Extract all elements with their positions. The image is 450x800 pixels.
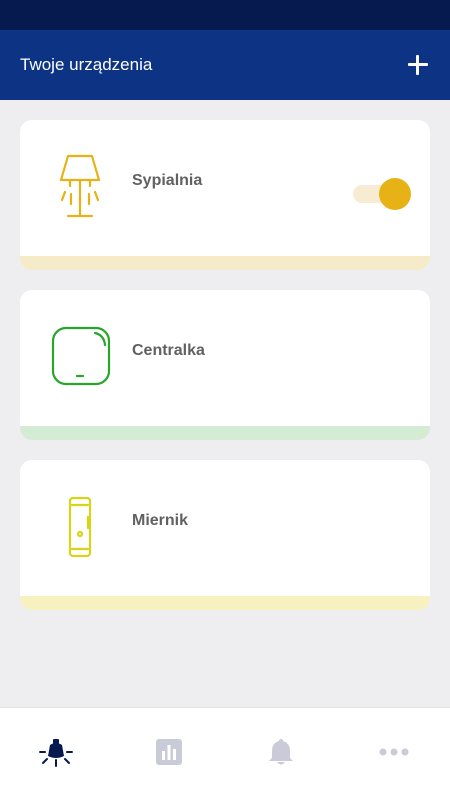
bottom-navigation bbox=[0, 707, 450, 800]
nav-more[interactable] bbox=[364, 722, 424, 782]
nav-statistics[interactable] bbox=[139, 722, 199, 782]
status-bar bbox=[0, 0, 450, 30]
card-status-bar bbox=[20, 256, 430, 270]
device-name: Miernik bbox=[132, 512, 189, 529]
bell-icon bbox=[269, 739, 294, 765]
page-title: Twoje urządzenia bbox=[20, 55, 153, 74]
device-name: Centralka bbox=[132, 342, 205, 359]
device-power-toggle[interactable] bbox=[353, 178, 411, 210]
bulb-icon bbox=[39, 739, 74, 767]
device-name: Sypialnia bbox=[132, 172, 203, 189]
app-bar: Twoje urządzenia bbox=[0, 30, 450, 100]
device-card-miernik[interactable]: Miernik bbox=[20, 460, 430, 610]
card-status-bar bbox=[20, 596, 430, 610]
card-status-bar bbox=[20, 426, 430, 440]
meter-icon bbox=[48, 490, 114, 560]
nav-notifications[interactable] bbox=[251, 722, 311, 782]
toggle-knob bbox=[379, 178, 411, 210]
device-card-sypialnia[interactable]: Sypialnia bbox=[20, 120, 430, 270]
add-device-button[interactable] bbox=[406, 53, 430, 77]
device-card-centralka[interactable]: Centralka bbox=[20, 290, 430, 440]
nav-devices[interactable] bbox=[26, 722, 86, 782]
lamp-icon bbox=[48, 150, 114, 220]
more-icon bbox=[379, 748, 409, 756]
chart-icon bbox=[155, 739, 182, 765]
hub-icon bbox=[48, 320, 114, 390]
